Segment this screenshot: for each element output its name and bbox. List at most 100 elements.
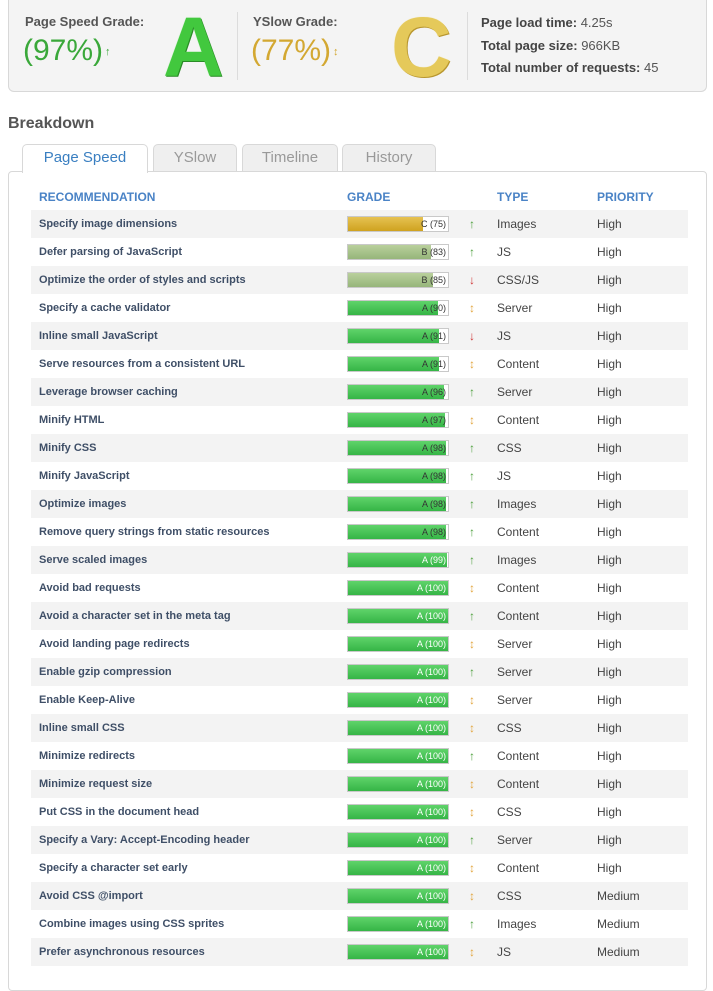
grade-bar: A (100)	[347, 860, 449, 876]
table-row[interactable]: Leverage browser caching A (96) ↑ Server Hig…	[31, 378, 688, 406]
table-row[interactable]: Minimize redirects A (100) ↑ Content High	[31, 742, 688, 770]
table-row[interactable]: Optimize the order of styles and scripts…	[31, 266, 688, 294]
trend-updown-icon: ↕	[469, 805, 475, 819]
recommendation-name[interactable]: Minimize request size	[39, 770, 152, 798]
tab-history[interactable]: History	[342, 144, 436, 172]
grade-bar: A (100)	[347, 916, 449, 932]
recommendation-name[interactable]: Enable Keep-Alive	[39, 686, 135, 714]
trend-up-icon: ↑	[469, 469, 475, 483]
table-row[interactable]: Prefer asynchronous resources A (100) ↕ JS M…	[31, 938, 688, 966]
header-priority[interactable]: PRIORITY	[597, 190, 654, 204]
table-row[interactable]: Avoid CSS @import A (100) ↕ CSS Medium	[31, 882, 688, 910]
table-row[interactable]: Inline small JavaScript A (91) ↓ JS High	[31, 322, 688, 350]
recommendation-name[interactable]: Inline small JavaScript	[39, 322, 158, 350]
trend-up-icon: ↑	[469, 833, 475, 847]
table-row[interactable]: Specify a cache validator A (90) ↕ Server Hi…	[31, 294, 688, 322]
recommendation-name[interactable]: Leverage browser caching	[39, 378, 178, 406]
table-row[interactable]: Remove query strings from static resourc…	[31, 518, 688, 546]
recommendation-name[interactable]: Inline small CSS	[39, 714, 125, 742]
table-row[interactable]: Minify JavaScript A (98) ↑ JS High	[31, 462, 688, 490]
recommendation-name[interactable]: Optimize images	[39, 490, 126, 518]
pagespeed-grade-section: Page Speed Grade: (97%) ↑ A	[9, 0, 237, 92]
table-row[interactable]: Enable Keep-Alive A (100) ↕ Server High	[31, 686, 688, 714]
priority-cell: High	[597, 581, 622, 595]
trend-up-icon: ↑	[469, 749, 475, 763]
table-row[interactable]: Inline small CSS A (100) ↕ CSS High	[31, 714, 688, 742]
recommendation-name[interactable]: Minimize redirects	[39, 742, 135, 770]
recommendation-name[interactable]: Enable gzip compression	[39, 658, 172, 686]
pagespeed-panel: RECOMMENDATION GRADE TYPE PRIORITY Speci…	[8, 171, 707, 991]
recommendation-name[interactable]: Put CSS in the document head	[39, 798, 199, 826]
trend-up-icon: ↑	[469, 497, 475, 511]
table-row[interactable]: Specify a Vary: Accept-Encoding header A …	[31, 826, 688, 854]
recommendation-name[interactable]: Minify JavaScript	[39, 462, 129, 490]
priority-cell: High	[597, 637, 622, 651]
grade-value: A (100)	[416, 751, 446, 761]
tab-page-speed[interactable]: Page Speed	[22, 144, 148, 173]
table-row[interactable]: Minify HTML A (97) ↕ Content High	[31, 406, 688, 434]
table-row[interactable]: Specify a character set early A (100) ↕ Con…	[31, 854, 688, 882]
grade-value: A (100)	[416, 807, 446, 817]
grade-value: A (100)	[416, 863, 446, 873]
recommendation-name[interactable]: Specify a cache validator	[39, 294, 170, 322]
table-row[interactable]: Optimize images A (98) ↑ Images High	[31, 490, 688, 518]
table-row[interactable]: Specify image dimensions C (75) ↑ Images Hig…	[31, 210, 688, 238]
grade-value: A (100)	[416, 947, 446, 957]
trend-up-icon: ↑	[469, 665, 475, 679]
table-row[interactable]: Avoid a character set in the meta tag A (…	[31, 602, 688, 630]
grade-bar: A (100)	[347, 664, 449, 680]
grade-bar: A (98)	[347, 524, 449, 540]
grade-bar-fill	[348, 273, 433, 287]
type-cell: Server	[497, 637, 533, 651]
table-row[interactable]: Enable gzip compression A (100) ↑ Server Hig…	[31, 658, 688, 686]
table-row[interactable]: Minimize request size A (100) ↕ Content High	[31, 770, 688, 798]
header-type[interactable]: TYPE	[497, 190, 528, 204]
type-cell: JS	[497, 329, 512, 343]
recommendation-name[interactable]: Remove query strings from static resourc…	[39, 518, 269, 546]
trend-updown-icon: ↕	[469, 301, 475, 315]
table-row[interactable]: Serve scaled images A (99) ↑ Images High	[31, 546, 688, 574]
trend-up-icon: ↑	[469, 385, 475, 399]
recommendation-name[interactable]: Avoid CSS @import	[39, 882, 143, 910]
trend-updown-icon: ↕	[469, 693, 475, 707]
tab-yslow[interactable]: YSlow	[153, 144, 237, 172]
grade-bar: A (100)	[347, 692, 449, 708]
recommendation-name[interactable]: Avoid a character set in the meta tag	[39, 602, 231, 630]
trend-down-icon: ↓	[469, 273, 475, 287]
recommendation-name[interactable]: Specify image dimensions	[39, 210, 177, 238]
recommendation-name[interactable]: Prefer asynchronous resources	[39, 938, 205, 966]
table-row[interactable]: Avoid landing page redirects A (100) ↕ Serv…	[31, 630, 688, 658]
table-row[interactable]: Combine images using CSS sprites A (100) ↑…	[31, 910, 688, 938]
recommendation-name[interactable]: Defer parsing of JavaScript	[39, 238, 182, 266]
yslow-grade-label: YSlow Grade:	[253, 14, 338, 29]
recommendation-name[interactable]: Specify a character set early	[39, 854, 188, 882]
type-cell: Server	[497, 665, 533, 679]
header-grade[interactable]: GRADE	[347, 190, 390, 204]
recommendation-name[interactable]: Minify CSS	[39, 434, 96, 462]
pagespeed-grade-letter: A	[163, 0, 224, 94]
priority-cell: High	[597, 385, 622, 399]
table-row[interactable]: Serve resources from a consistent URL A (…	[31, 350, 688, 378]
grade-value: B (85)	[421, 275, 446, 285]
table-row[interactable]: Put CSS in the document head A (100) ↕ CSS H…	[31, 798, 688, 826]
recommendation-name[interactable]: Specify a Vary: Accept-Encoding header	[39, 826, 250, 854]
recommendation-name[interactable]: Serve resources from a consistent URL	[39, 350, 245, 378]
table-row[interactable]: Minify CSS A (98) ↑ CSS High	[31, 434, 688, 462]
recommendation-name[interactable]: Avoid bad requests	[39, 574, 141, 602]
trend-updown-icon: ↕	[333, 46, 339, 59]
header-recommendation[interactable]: RECOMMENDATION	[39, 190, 155, 204]
grade-value: A (98)	[421, 443, 446, 453]
grade-value: A (98)	[421, 499, 446, 509]
recommendation-name[interactable]: Minify HTML	[39, 406, 104, 434]
priority-cell: High	[597, 777, 622, 791]
table-row[interactable]: Avoid bad requests A (100) ↕ Content High	[31, 574, 688, 602]
recommendation-name[interactable]: Combine images using CSS sprites	[39, 910, 224, 938]
priority-cell: High	[597, 357, 622, 371]
type-cell: JS	[497, 945, 512, 959]
type-cell: JS	[497, 245, 512, 259]
tab-timeline[interactable]: Timeline	[242, 144, 338, 172]
recommendation-name[interactable]: Optimize the order of styles and scripts	[39, 266, 246, 294]
table-row[interactable]: Defer parsing of JavaScript B (83) ↑ JS High	[31, 238, 688, 266]
recommendation-name[interactable]: Serve scaled images	[39, 546, 147, 574]
recommendation-name[interactable]: Avoid landing page redirects	[39, 630, 190, 658]
